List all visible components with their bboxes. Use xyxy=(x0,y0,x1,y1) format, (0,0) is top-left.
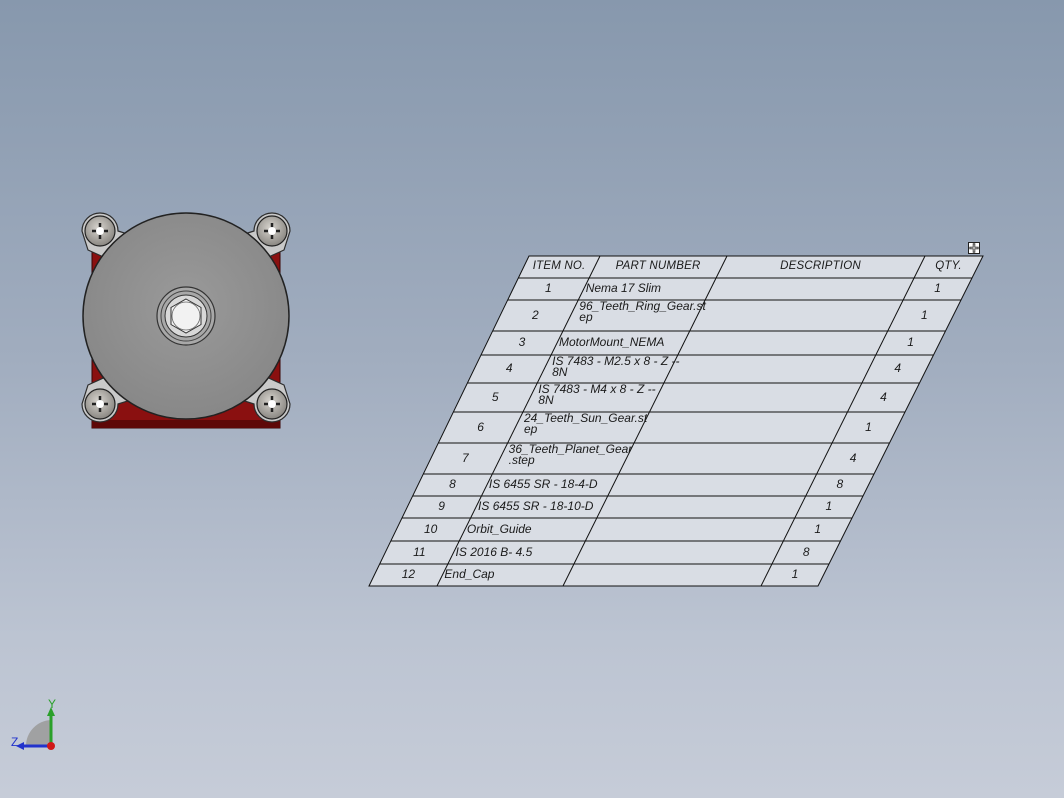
move-handle-icon[interactable] xyxy=(968,242,980,254)
graphics-viewport[interactable]: Y Z xyxy=(0,0,1064,798)
phillips-screw-icon xyxy=(84,388,116,420)
output-hub xyxy=(156,286,216,346)
phillips-screw-icon xyxy=(84,215,116,247)
y-axis-label: Y xyxy=(48,697,57,711)
phillips-screw-icon xyxy=(256,215,288,247)
phillips-screw-icon xyxy=(256,388,288,420)
z-axis-label: Z xyxy=(11,735,19,749)
motor-assembly-view[interactable] xyxy=(78,207,294,433)
bom-table-grid xyxy=(368,255,984,587)
coordinate-triad-icon: Y Z xyxy=(8,698,64,756)
